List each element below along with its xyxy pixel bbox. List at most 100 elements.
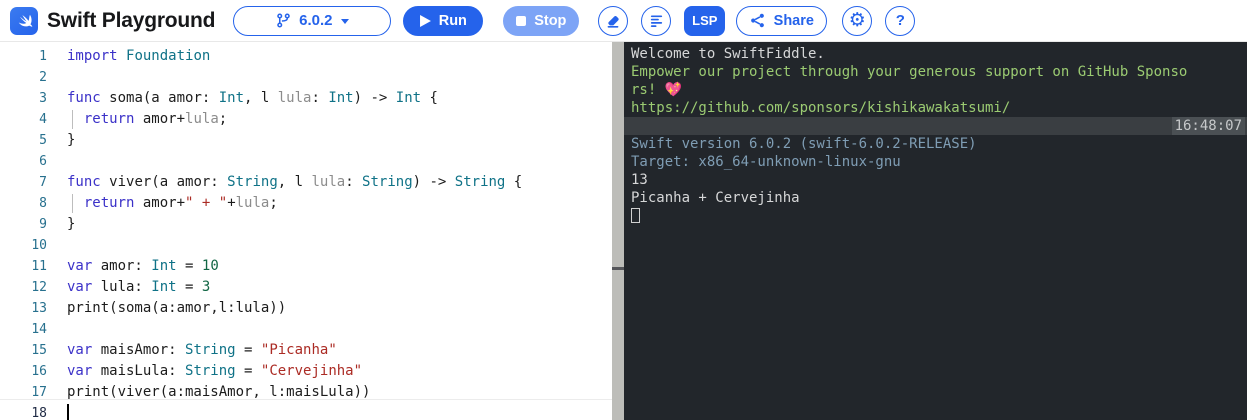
line-number: 5	[39, 133, 47, 148]
app-header: Swift Playground 6.0.2 Run Stop LSP Shar…	[0, 0, 1247, 42]
stop-label: Stop	[534, 12, 567, 29]
code-line[interactable]: 7 func viver(a amor: String, l lula: Stri…	[0, 172, 612, 193]
code-text: var maisLula: String = "Cervejinha"	[67, 363, 363, 379]
code-text: var lula: Int = 3	[67, 279, 211, 295]
swift-bird-glyph	[18, 14, 32, 27]
line-number: 6	[39, 154, 47, 169]
code-editor[interactable]: 1 import Foundation 2 3 func soma(a amor: In…	[0, 42, 612, 420]
code-line[interactable]: 12 var lula: Int = 3	[0, 277, 612, 298]
chevron-down-icon	[340, 18, 349, 24]
terminal-line: Empower our project through your generou…	[631, 64, 1188, 80]
code-line[interactable]: 1 import Foundation	[0, 46, 612, 67]
code-line[interactable]: 11 var amor: Int = 10	[0, 256, 612, 277]
line-number: 15	[31, 343, 47, 358]
line-number: 10	[31, 238, 47, 253]
terminal-cursor	[631, 208, 640, 223]
code-line[interactable]: 8 return amor+" + "+lula;	[0, 193, 612, 214]
line-number: 13	[31, 301, 47, 316]
code-text	[60, 403, 69, 420]
run-label: Run	[438, 12, 467, 29]
format-button[interactable]	[641, 5, 672, 36]
horizontal-scrollbar[interactable]	[0, 399, 612, 400]
code-line[interactable]: 9}	[0, 214, 612, 235]
code-text: func viver(a amor: String, l lula: Strin…	[67, 174, 523, 190]
code-text: }	[67, 132, 76, 148]
eraser-icon	[607, 15, 619, 28]
code-text: print(soma(a:amor,l:lula))	[67, 300, 287, 316]
code-line[interactable]: 6	[0, 151, 612, 172]
line-number: 2	[39, 70, 47, 85]
terminal-line: Welcome to SwiftFiddle.	[631, 46, 825, 62]
lsp-label: LSP	[692, 13, 718, 28]
indent-guide	[72, 194, 73, 213]
line-number: 11	[31, 259, 47, 274]
clear-console-button[interactable]	[598, 5, 629, 36]
line-number: 9	[39, 217, 47, 232]
swift-logo-icon	[10, 6, 38, 35]
align-lines-icon	[650, 15, 662, 27]
play-icon	[419, 14, 431, 27]
line-number: 1	[39, 49, 47, 64]
code-text: return amor+lula;	[60, 109, 227, 130]
code-text: return amor+" + "+lula;	[60, 193, 278, 214]
app-title: Swift Playground	[47, 8, 216, 32]
line-number: 14	[31, 322, 47, 337]
line-number: 3	[39, 91, 47, 106]
pane-divider[interactable]	[612, 42, 624, 420]
code-line[interactable]: 10	[0, 235, 612, 256]
run-button[interactable]: Run	[403, 5, 484, 36]
line-number: 16	[31, 364, 47, 379]
code-line[interactable]: 15 var maisAmor: String = "Picanha"	[0, 340, 612, 361]
terminal-line: 13	[631, 172, 648, 188]
code-text: }	[67, 216, 76, 232]
terminal-line: Target: x86_64-unknown-linux-gnu	[631, 154, 901, 170]
timestamp-bar: 16:48:07	[624, 117, 1247, 135]
code-line[interactable]: 4 return amor+lula;	[0, 109, 612, 130]
gear-icon: ⚙	[848, 9, 866, 31]
terminal-line: rs! 💖	[631, 82, 683, 98]
line-number: 8	[39, 196, 47, 211]
code-line[interactable]: 16 var maisLula: String = "Cervejinha"	[0, 361, 612, 382]
version-label: 6.0.2	[299, 12, 333, 29]
scrollbar-handle[interactable]	[612, 267, 624, 270]
line-number: 4	[39, 112, 47, 127]
main-content: 1 import Foundation 2 3 func soma(a amor: In…	[0, 42, 1247, 420]
terminal-line	[624, 207, 1247, 225]
help-button[interactable]: ?	[885, 5, 916, 36]
stop-icon	[516, 15, 527, 26]
stop-button[interactable]: Stop	[503, 5, 580, 36]
version-button[interactable]: 6.0.2	[233, 5, 392, 36]
line-number: 12	[31, 280, 47, 295]
terminal-line: https://github.com/sponsors/kishikawakat…	[631, 100, 1011, 116]
code-line[interactable]: 13 print(soma(a:amor,l:lula))	[0, 298, 612, 319]
code-line[interactable]: 18	[0, 403, 612, 420]
share-icon	[750, 13, 764, 28]
share-label: Share	[773, 12, 814, 29]
git-branch-icon	[277, 13, 290, 28]
text-cursor	[67, 404, 69, 420]
code-text: var maisAmor: String = "Picanha"	[67, 342, 337, 358]
terminal-lines: Welcome to SwiftFiddle. Empower our proje…	[624, 45, 1247, 225]
settings-button[interactable]: ⚙	[842, 5, 873, 36]
share-button[interactable]: Share	[736, 5, 828, 36]
code-text: var amor: Int = 10	[67, 258, 219, 274]
terminal-line: Swift version 6.0.2 (swift-6.0.2-RELEASE…	[631, 136, 977, 152]
code-text: import Foundation	[67, 48, 211, 64]
code-lines: 1 import Foundation 2 3 func soma(a amor: In…	[0, 46, 612, 420]
code-line[interactable]: 5}	[0, 130, 612, 151]
indent-guide	[72, 110, 73, 129]
code-line[interactable]: 14	[0, 319, 612, 340]
lsp-button[interactable]: LSP	[684, 5, 726, 36]
timestamp: 16:48:07	[1171, 117, 1245, 135]
code-line[interactable]: 3 func soma(a amor: Int, l lula: Int) -> …	[0, 88, 612, 109]
question-icon: ?	[895, 12, 905, 29]
line-number: 18	[31, 406, 47, 420]
terminal[interactable]: Welcome to SwiftFiddle. Empower our proje…	[624, 42, 1247, 420]
code-text: func soma(a amor: Int, l lula: Int) -> I…	[67, 90, 438, 106]
line-number: 7	[39, 175, 47, 190]
code-line[interactable]: 2	[0, 67, 612, 88]
